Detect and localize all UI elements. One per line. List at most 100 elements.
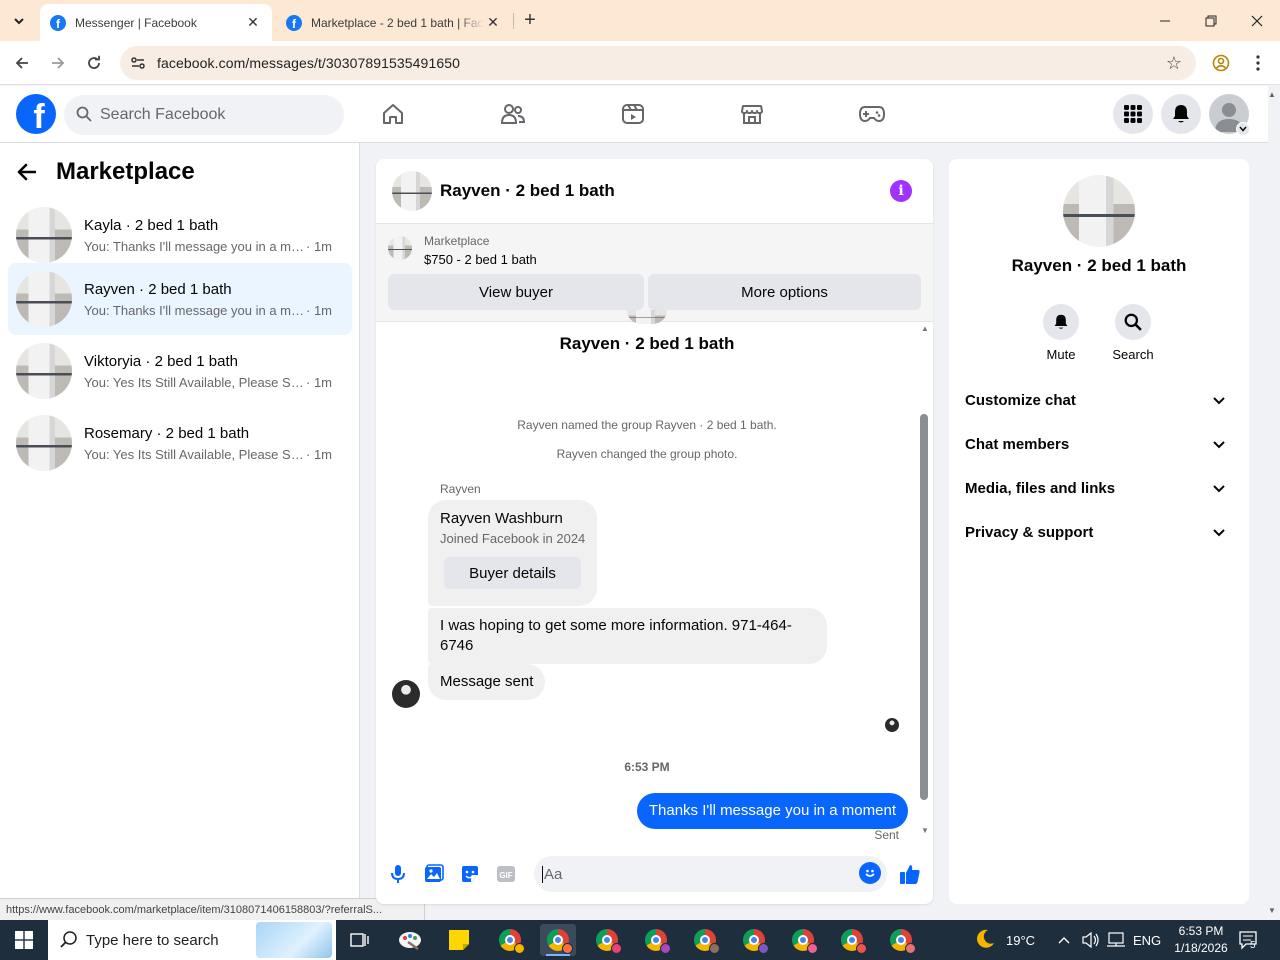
address-bar[interactable]: facebook.com/messages/t/3030789153549165… <box>120 46 1196 80</box>
close-tab-icon[interactable]: ✕ <box>484 14 502 32</box>
close-window-icon[interactable] <box>1244 8 1270 34</box>
message-input-box[interactable] <box>534 856 887 892</box>
emoji-icon[interactable] <box>859 862 881 884</box>
page-scroll-up-arrow[interactable]: ▲ <box>1268 90 1276 99</box>
facebook-search-box[interactable] <box>64 95 344 135</box>
chrome-profile-icon[interactable] <box>736 924 772 956</box>
scroll-down-arrow[interactable]: ▼ <box>921 826 929 835</box>
conversation-item[interactable]: Rosemary · 2 bed 1 bath You: Yes Its Sti… <box>8 407 352 479</box>
windows-start-icon[interactable] <box>0 920 48 960</box>
browser-menu-kebab-icon[interactable] <box>1245 50 1271 76</box>
show-hidden-icons-chevron-icon[interactable] <box>1058 920 1070 960</box>
bookmark-star-icon[interactable]: ☆ <box>1166 53 1182 74</box>
chat-avatar[interactable] <box>392 171 432 211</box>
reload-icon[interactable] <box>81 50 107 76</box>
page-scroll-down-arrow[interactable]: ▼ <box>1268 906 1276 915</box>
task-view-icon[interactable] <box>342 924 378 956</box>
message-input[interactable] <box>542 865 832 883</box>
privacy-support-section[interactable]: Privacy & support <box>957 510 1241 554</box>
chevron-down-icon <box>1213 524 1225 541</box>
conversation-item-active[interactable]: Rayven · 2 bed 1 bath You: Thanks I'll m… <box>8 263 352 335</box>
chrome-profile-icon[interactable] <box>687 924 723 956</box>
account-chevron-down-icon[interactable] <box>1236 122 1250 136</box>
group-name-heading: Rayven · 2 bed 1 bath <box>559 334 735 353</box>
sticker-icon[interactable] <box>458 862 482 886</box>
url-text: facebook.com/messages/t/3030789153549165… <box>157 55 460 71</box>
conversation-list-panel: Marketplace Kayla · 2 bed 1 bath You: Th… <box>0 143 360 920</box>
microphone-icon[interactable] <box>386 862 410 886</box>
mute-button[interactable]: Mute <box>1031 304 1091 362</box>
system-clock[interactable]: 6:53 PM 1/18/2026 <box>1166 923 1236 957</box>
back-arrow-icon[interactable] <box>16 156 48 188</box>
conversation-snippet: You: Yes Its Still Available, Please Sen… <box>84 446 304 462</box>
chat-title[interactable]: Rayven · 2 bed 1 bath <box>440 181 615 201</box>
network-icon[interactable] <box>1106 920 1126 960</box>
chrome-profile-icon[interactable] <box>589 924 625 956</box>
back-arrow-icon[interactable] <box>9 50 35 76</box>
customize-chat-section[interactable]: Customize chat <box>957 378 1241 422</box>
paint-app-icon[interactable] <box>392 924 428 956</box>
home-icon[interactable] <box>379 100 407 128</box>
gaming-icon[interactable] <box>858 100 886 128</box>
panel-title: Marketplace <box>56 158 195 185</box>
browser-tab-messenger[interactable]: f Messenger | Facebook ✕ <box>40 4 272 41</box>
buyer-name: Rayven Washburn <box>440 510 563 527</box>
chrome-profile-icon[interactable] <box>834 924 870 956</box>
photo-attach-icon[interactable] <box>422 862 446 886</box>
listing-price[interactable]: $750 - 2 bed 1 bath <box>424 252 537 267</box>
facebook-logo[interactable]: f <box>16 94 56 134</box>
sender-avatar[interactable] <box>392 680 420 708</box>
input-language[interactable]: ENG <box>1133 920 1161 960</box>
forward-arrow-icon[interactable] <box>45 50 71 76</box>
search-icon <box>1115 304 1151 340</box>
more-options-button[interactable]: More options <box>648 274 921 310</box>
scrollbar-thumb[interactable] <box>920 414 928 800</box>
friends-icon[interactable] <box>499 100 527 128</box>
tab-search-chevron-icon[interactable] <box>6 8 32 34</box>
volume-icon[interactable] <box>1082 920 1100 960</box>
tab-divider <box>513 13 514 29</box>
marketplace-icon[interactable] <box>738 100 766 128</box>
scroll-up-arrow[interactable]: ▲ <box>921 324 929 333</box>
chrome-profile-icon[interactable] <box>492 924 528 956</box>
browser-tab-marketplace[interactable]: f Marketplace - 2 bed 1 bath | Facebook … <box>276 4 512 41</box>
mute-label: Mute <box>1046 347 1076 362</box>
chrome-profile-icon[interactable] <box>638 924 674 956</box>
search-in-conversation-button[interactable]: Search <box>1103 304 1163 362</box>
menu-grid-icon[interactable] <box>1113 94 1153 134</box>
clock-time: 6:53 PM <box>1178 924 1224 938</box>
notifications-bell-icon[interactable] <box>1161 94 1201 134</box>
buyer-details-button[interactable]: Buyer details <box>444 557 581 589</box>
view-buyer-button[interactable]: View buyer <box>388 274 644 310</box>
section-label: Media, files and links <box>965 479 1116 497</box>
taskbar-search-placeholder: Type here to search <box>86 931 219 949</box>
chat-scrollbar[interactable]: ▲ ▼ <box>918 322 933 842</box>
group-photo-avatar[interactable] <box>1063 175 1135 247</box>
restore-window-icon[interactable] <box>1198 8 1224 34</box>
chrome-profile-icon[interactable] <box>785 924 821 956</box>
conversation-snippet: You: Thanks I'll message you in a moment <box>84 302 304 318</box>
outgoing-message: Thanks I'll message you in a moment <box>636 793 908 829</box>
chat-members-section[interactable]: Chat members <box>957 422 1241 466</box>
media-files-links-section[interactable]: Media, files and links <box>957 466 1241 510</box>
new-tab-plus-icon[interactable]: + <box>520 9 540 31</box>
svg-text:GIF: GIF <box>499 871 512 880</box>
gif-icon[interactable]: GIF <box>494 862 518 886</box>
minimize-window-icon[interactable] <box>1152 8 1178 34</box>
taskbar-search-box[interactable]: Type here to search <box>48 920 336 960</box>
weather-widget[interactable]: 19°C <box>974 920 1035 960</box>
conversation-info-icon[interactable]: i <box>890 180 912 202</box>
sticky-notes-icon[interactable] <box>441 924 477 956</box>
facebook-search-input[interactable] <box>100 106 320 124</box>
close-tab-icon[interactable]: ✕ <box>244 14 262 32</box>
notification-center-icon[interactable]: 5 <box>1238 920 1260 960</box>
video-icon[interactable] <box>619 100 647 128</box>
chrome-profile-icon-active[interactable] <box>540 924 576 956</box>
conversation-item[interactable]: Kayla · 2 bed 1 bath You: Thanks I'll me… <box>8 199 352 271</box>
site-settings-icon[interactable] <box>126 51 150 75</box>
conversation-item[interactable]: Viktoryia · 2 bed 1 bath You: Yes Its St… <box>8 335 352 407</box>
thumbs-up-icon[interactable] <box>898 862 922 886</box>
chrome-profile-icon[interactable] <box>883 924 919 956</box>
profile-account-icon[interactable] <box>1208 50 1234 76</box>
listing-thumbnail[interactable] <box>388 236 412 260</box>
